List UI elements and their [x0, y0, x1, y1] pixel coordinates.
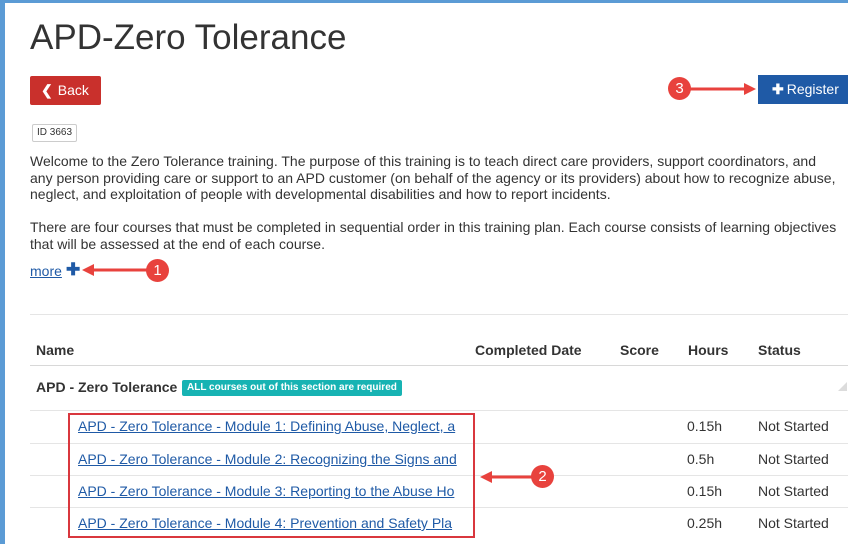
plus-icon[interactable]: ✚ [66, 260, 80, 280]
annotation-arrow-1 [82, 264, 148, 276]
required-badge: ALL courses out of this section are requ… [182, 380, 402, 396]
collapse-triangle-icon[interactable] [838, 382, 847, 391]
status-value: Not Started [758, 451, 829, 467]
table-header-divider [30, 365, 848, 366]
register-button-label: Register [786, 81, 839, 97]
page-title: APD-Zero Tolerance [30, 18, 347, 57]
description-line: Welcome to the Zero Tolerance training. … [30, 153, 816, 169]
back-button[interactable]: ❮ Back [30, 76, 101, 105]
column-header-score[interactable]: Score [620, 342, 659, 358]
annotation-arrow-3 [690, 83, 756, 95]
annotation-callout-3: 3 [668, 77, 691, 100]
status-value: Not Started [758, 483, 829, 499]
chevron-left-icon: ❮ [41, 82, 53, 98]
description-paragraph: Welcome to the Zero Tolerance training. … [30, 153, 848, 203]
annotation-callout-2: 2 [531, 465, 554, 488]
hours-value: 0.15h [687, 418, 723, 434]
hours-value: 0.15h [687, 483, 723, 499]
description-line: There are four courses that must be comp… [30, 219, 837, 235]
annotation-callout-1: 1 [146, 259, 169, 282]
description-paragraph-2: There are four courses that must be comp… [30, 219, 848, 252]
status-value: Not Started [758, 515, 829, 531]
id-badge: ID 3663 [32, 124, 78, 142]
window-frame-left [0, 0, 5, 544]
description-line: neglect, and exploitation of people with… [30, 186, 611, 202]
section-title: APD - Zero Tolerance [36, 379, 178, 395]
column-header-completed-date[interactable]: Completed Date [475, 342, 582, 358]
annotation-arrow-2 [480, 471, 534, 483]
description-line: that will be assessed at the end of each… [30, 235, 325, 252]
annotation-highlight-box [68, 413, 475, 538]
more-link[interactable]: more [30, 263, 62, 279]
column-header-status[interactable]: Status [758, 342, 801, 358]
back-button-label: Back [57, 82, 89, 98]
hours-value: 0.25h [687, 515, 723, 531]
register-button[interactable]: ✚ Register [758, 75, 848, 104]
window-frame-top [0, 0, 848, 3]
hours-value: 0.5h [687, 451, 715, 467]
column-header-name[interactable]: Name [36, 342, 74, 358]
description-line: any person providing care or support to … [30, 169, 836, 186]
plus-icon: ✚ [772, 81, 784, 97]
divider [30, 314, 848, 315]
status-value: Not Started [758, 418, 829, 434]
column-header-hours[interactable]: Hours [688, 342, 728, 358]
